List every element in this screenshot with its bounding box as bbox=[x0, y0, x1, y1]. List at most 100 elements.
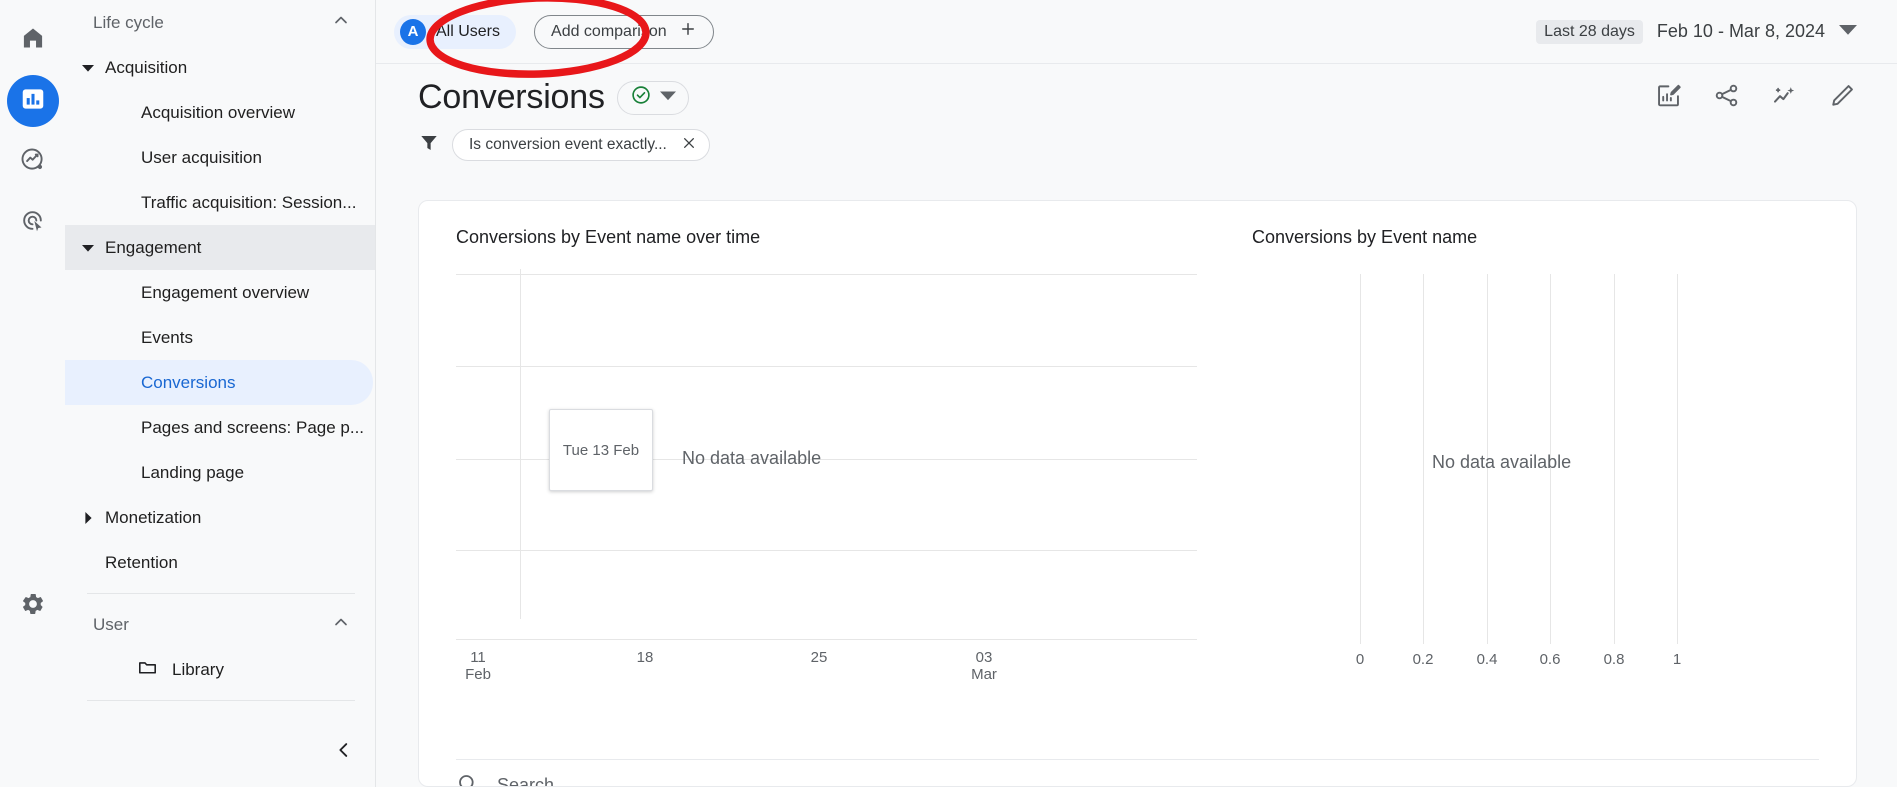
gridline bbox=[456, 366, 1197, 367]
sidebar-item-label: Engagement overview bbox=[65, 283, 309, 303]
report-filters: Is conversion event exactly... bbox=[418, 129, 1857, 161]
x-tick-primary: 11 bbox=[470, 649, 486, 666]
sidebar-item-user-acquisition[interactable]: User acquisition bbox=[65, 135, 375, 180]
rail-item-advertising[interactable] bbox=[7, 197, 59, 249]
x-tick: 03 Mar bbox=[961, 649, 1007, 683]
date-range-text: Feb 10 - Mar 8, 2024 bbox=[1657, 21, 1825, 42]
filter-chip-label: Is conversion event exactly... bbox=[469, 136, 667, 154]
gridline bbox=[456, 550, 1197, 551]
table-search-row bbox=[456, 759, 1819, 787]
insights-sparkle-icon bbox=[1771, 82, 1798, 114]
folder-icon bbox=[137, 657, 158, 683]
sidebar-item-label: Landing page bbox=[65, 463, 244, 483]
share-icon bbox=[1713, 82, 1740, 114]
date-preset-pill: Last 28 days bbox=[1536, 20, 1643, 44]
report-status-badge[interactable] bbox=[617, 81, 689, 115]
x-axis-line bbox=[456, 639, 1197, 640]
sidebar-item-pages-and-screens[interactable]: Pages and screens: Page p... bbox=[65, 405, 375, 450]
report-card: Conversions by Event name over time No d… bbox=[418, 200, 1857, 787]
x-tick-primary: 25 bbox=[811, 649, 828, 666]
sidebar-item-acquisition[interactable]: Acquisition bbox=[65, 45, 375, 90]
rail-item-reports[interactable] bbox=[7, 75, 59, 127]
sidebar-section-title: Life cycle bbox=[93, 13, 164, 33]
sidebar-nav: Life cycle Acquisition Acquisition overv… bbox=[65, 0, 376, 787]
sidebar-item-label: Traffic acquisition: Session... bbox=[65, 193, 356, 213]
sidebar-collapse-button[interactable] bbox=[321, 729, 367, 775]
chevron-down-icon bbox=[1839, 20, 1857, 43]
sidebar-item-library[interactable]: Library bbox=[65, 647, 375, 692]
x-tick: 25 bbox=[796, 649, 842, 666]
chart-conversions-by-event-name: Conversions by Event name No data availa… bbox=[1219, 201, 1856, 746]
date-range-selector[interactable]: Last 28 days Feb 10 - Mar 8, 2024 bbox=[1536, 20, 1857, 44]
chevron-down-icon bbox=[660, 87, 676, 108]
sidebar-item-label: Retention bbox=[65, 553, 178, 573]
x-tick: 0.4 bbox=[1467, 651, 1507, 668]
caret-down-icon bbox=[75, 242, 101, 254]
chevron-up-icon[interactable] bbox=[331, 10, 351, 35]
chevron-up-icon[interactable] bbox=[331, 612, 351, 637]
insights-button[interactable] bbox=[1769, 83, 1799, 113]
chart-tooltip: Tue 13 Feb bbox=[549, 409, 653, 491]
sidebar-item-conversions[interactable]: Conversions bbox=[65, 360, 373, 405]
sidebar-section-life-cycle[interactable]: Life cycle bbox=[65, 0, 375, 45]
sidebar-section-title: User bbox=[93, 615, 129, 635]
gridline bbox=[456, 274, 1197, 275]
analytics-app: Life cycle Acquisition Acquisition overv… bbox=[0, 0, 1897, 787]
gridline-vertical bbox=[520, 269, 521, 619]
sidebar-item-engagement-overview[interactable]: Engagement overview bbox=[65, 270, 375, 315]
check-circle-icon bbox=[630, 84, 652, 111]
x-tick-secondary: Mar bbox=[961, 666, 1007, 683]
sidebar-item-label: Engagement bbox=[101, 238, 201, 258]
edit-report-button[interactable] bbox=[1827, 83, 1857, 113]
chevron-left-icon bbox=[333, 739, 355, 766]
plot-area: No data available Tue 13 Feb bbox=[456, 274, 1197, 604]
page-title: Conversions bbox=[418, 78, 605, 117]
sidebar-item-landing-page[interactable]: Landing page bbox=[65, 450, 375, 495]
chart-title: Conversions by Event name over time bbox=[419, 201, 1219, 248]
sidebar-section-user[interactable]: User bbox=[65, 602, 375, 647]
plot-area: No data available bbox=[1219, 274, 1856, 644]
segment-name: All Users bbox=[436, 23, 500, 41]
add-comparison-label: Add comparison bbox=[551, 23, 667, 41]
avatar: A bbox=[400, 19, 426, 45]
home-icon bbox=[20, 25, 46, 56]
search-input[interactable] bbox=[495, 774, 895, 787]
sidebar-item-label: User acquisition bbox=[65, 148, 262, 168]
chart-tooltip-label: Tue 13 Feb bbox=[563, 442, 639, 459]
x-tick-primary: 18 bbox=[637, 649, 654, 666]
rail-item-explore[interactable] bbox=[7, 136, 59, 188]
sidebar-divider-1 bbox=[87, 593, 355, 594]
chart-empty-message: No data available bbox=[682, 448, 821, 469]
customize-report-button[interactable] bbox=[1653, 83, 1683, 113]
comparison-topbar: A All Users Add comparison Last 28 days … bbox=[376, 0, 1897, 64]
rail-item-settings[interactable] bbox=[7, 580, 59, 632]
rail-item-home[interactable] bbox=[7, 14, 59, 66]
x-tick: 0.6 bbox=[1530, 651, 1570, 668]
share-report-button[interactable] bbox=[1711, 83, 1741, 113]
sidebar-item-label: Monetization bbox=[101, 508, 201, 528]
sidebar-item-traffic-acquisition[interactable]: Traffic acquisition: Session... bbox=[65, 180, 375, 225]
gear-icon bbox=[20, 591, 46, 622]
sidebar-item-label: Acquisition bbox=[101, 58, 187, 78]
reports-bar-chart-icon bbox=[19, 85, 47, 118]
sidebar-item-label: Acquisition overview bbox=[65, 103, 295, 123]
sidebar-item-engagement[interactable]: Engagement bbox=[65, 225, 375, 270]
filter-chip[interactable]: Is conversion event exactly... bbox=[452, 129, 710, 161]
sidebar-item-events[interactable]: Events bbox=[65, 315, 375, 360]
chart-empty-message: No data available bbox=[1432, 452, 1571, 473]
sidebar-item-label: Events bbox=[65, 328, 193, 348]
pencil-icon bbox=[1829, 82, 1856, 114]
plus-icon bbox=[679, 20, 697, 43]
x-tick: 0 bbox=[1340, 651, 1380, 668]
segment-chip-all-users[interactable]: A All Users bbox=[394, 15, 516, 49]
gridline-vertical bbox=[1614, 274, 1615, 644]
sidebar-item-monetization[interactable]: Monetization bbox=[65, 495, 375, 540]
sidebar-item-acquisition-overview[interactable]: Acquisition overview bbox=[65, 90, 375, 135]
icon-rail bbox=[0, 0, 65, 787]
x-tick: 0.2 bbox=[1403, 651, 1443, 668]
close-icon[interactable] bbox=[681, 135, 697, 156]
add-comparison-button[interactable]: Add comparison bbox=[534, 15, 714, 49]
gridline-vertical bbox=[1423, 274, 1424, 644]
sidebar-item-retention[interactable]: Retention bbox=[65, 540, 375, 585]
x-tick-primary: 03 bbox=[976, 649, 993, 666]
